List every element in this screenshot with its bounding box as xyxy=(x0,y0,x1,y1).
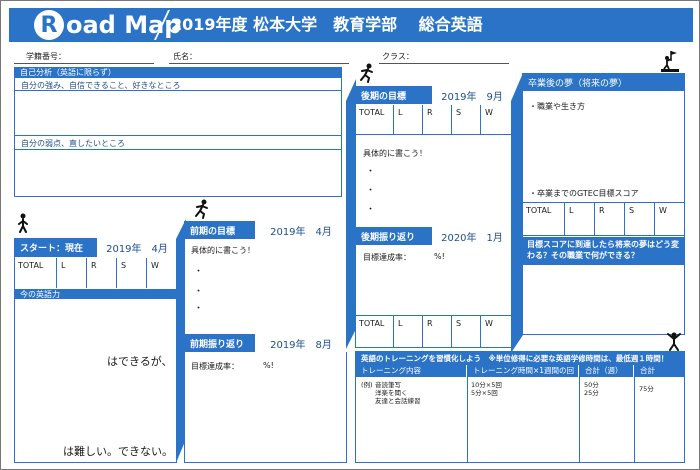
training-example-label: (例) xyxy=(361,381,373,389)
score-s[interactable]: S xyxy=(625,203,655,235)
training-header-row: トレーニング内容 トレーニング時間×1週間の回数 合計（週） 合計 xyxy=(355,365,685,387)
score-total[interactable]: TOTAL xyxy=(14,258,57,288)
score-l[interactable]: L xyxy=(57,258,87,288)
score-r[interactable]: R xyxy=(423,316,452,348)
score-l[interactable]: L xyxy=(565,203,595,235)
header-subtitle: 2019年度 松本大学 教育学部 総合英語 xyxy=(171,15,483,34)
first-goal-bullet-3[interactable]: ・ xyxy=(194,301,203,314)
training-header-content: トレーニング内容 xyxy=(355,365,467,377)
self-analysis-divider-1 xyxy=(14,90,342,91)
running-figure-icon xyxy=(195,199,208,219)
weaknesses-label: 自分の弱点、直したいところ xyxy=(21,139,125,148)
score-s[interactable]: S xyxy=(117,258,147,288)
student-id-label: 学籍番号： xyxy=(26,52,66,61)
first-goal-title-bar: 前期の目標 2019年 4月 xyxy=(184,221,347,239)
start-date: 2019年 4月 xyxy=(97,238,177,257)
self-analysis-divider-2 xyxy=(14,135,342,136)
dream-career: ・職業や生き方 xyxy=(529,102,585,111)
weaknesses-field[interactable] xyxy=(17,151,339,193)
second-goal-title-bar: 後期の目標 2019年 9月 xyxy=(355,86,512,104)
dream-score-row: TOTAL L R S W xyxy=(522,202,685,236)
self-analysis-title: 自己分析（英語に限らず） xyxy=(14,67,342,78)
score-r[interactable]: R xyxy=(595,203,625,235)
second-review-score-row: TOTAL L R S W xyxy=(355,315,512,348)
training-header-time: トレーニング時間×1週間の回数 xyxy=(467,365,579,387)
second-review-percent[interactable]: %! xyxy=(434,252,445,261)
strengths-field[interactable] xyxy=(17,92,339,134)
first-goal-title: 前期の目標 xyxy=(190,226,236,237)
second-goal-title: 後期の目標 xyxy=(361,91,407,102)
score-r[interactable]: R xyxy=(87,258,117,288)
logo-circle: R xyxy=(34,10,64,40)
current-english-cannot: は難しい。できない。 xyxy=(63,445,173,458)
first-goal-concrete: 具体的に書こう！ xyxy=(191,246,255,255)
first-review-date: 2019年 8月 xyxy=(255,334,347,352)
second-goal-date: 2019年 9月 xyxy=(432,86,512,104)
training-header-week: 合計（週） xyxy=(579,365,634,377)
running-figure-icon-2 xyxy=(360,63,373,83)
dream-question: 目標スコアに到達したら将来の夢はどう変わる？その職業で何ができる？ xyxy=(522,237,685,265)
training-title: 英語のトレーニングを習慣化しよう ※単位修得に必要な英語学修時間は、最低週１時間… xyxy=(355,351,685,365)
first-review-percent[interactable]: %! xyxy=(263,361,274,370)
second-goal-concrete: 具体的に書こう！ xyxy=(363,149,427,158)
second-goal-bullet-2[interactable]: ・ xyxy=(366,183,375,196)
first-goal-date: 2019年 4月 xyxy=(255,221,347,239)
dream-gtec: ・卒業までのGTEC目標スコア xyxy=(529,189,639,198)
score-w[interactable]: W xyxy=(481,316,510,348)
first-review-title-bar: 前期振り返り 2019年 8月 xyxy=(184,334,347,352)
start-score-row: TOTAL L R S W xyxy=(14,258,177,288)
training-example-time-2: 5分×5回 xyxy=(471,389,498,397)
second-review-rate: 目標達成率： xyxy=(363,253,411,262)
score-s[interactable]: S xyxy=(452,105,481,134)
header-title: oad Map xyxy=(66,11,182,39)
training-input-area[interactable] xyxy=(357,405,683,461)
start-title-bar: スタート：現在 2019年 4月 xyxy=(14,238,177,257)
second-goal-score-row: TOTAL L R S W xyxy=(355,105,512,135)
training-example-week-2: 25分 xyxy=(584,389,599,397)
dream-title: 卒業後の夢（将来の夢） xyxy=(528,78,628,89)
second-goal-bullet-3[interactable]: ・ xyxy=(366,202,375,215)
first-review-rate: 目標達成率： xyxy=(191,362,239,371)
current-english-title: 今の英語力 xyxy=(14,289,177,299)
training-example-total: 75分 xyxy=(639,385,654,393)
logo-letter: R xyxy=(40,12,58,38)
class-label: クラス： xyxy=(382,52,414,61)
second-goal-bullet-1[interactable]: ・ xyxy=(366,164,375,177)
first-review-title: 前期振り返り xyxy=(190,339,245,350)
score-w[interactable]: W xyxy=(655,203,685,235)
student-id-field[interactable] xyxy=(14,63,154,64)
training-header-total: 合計 xyxy=(640,366,655,375)
dream-career-field[interactable] xyxy=(526,113,681,183)
start-title: スタート：現在 xyxy=(20,244,84,254)
self-analysis-divider-3 xyxy=(14,149,342,150)
score-w[interactable]: W xyxy=(147,258,177,288)
current-english-can: はできるが、 xyxy=(107,355,173,368)
second-review-title: 後期振り返り xyxy=(361,232,416,243)
second-review-title-bar: 後期振り返り 2020年 1月 xyxy=(355,227,512,245)
score-s[interactable]: S xyxy=(452,316,481,348)
score-total[interactable]: TOTAL xyxy=(522,203,565,235)
first-goal-bullet-1[interactable]: ・ xyxy=(194,264,203,277)
dream-title-bar: 卒業後の夢（将来の夢） xyxy=(522,73,685,91)
second-review-date: 2020年 1月 xyxy=(432,227,512,245)
training-example-item-3: 友達と会話練習 xyxy=(375,397,421,405)
score-total[interactable]: TOTAL xyxy=(355,316,394,348)
score-r[interactable]: R xyxy=(423,105,452,134)
score-l[interactable]: L xyxy=(394,316,423,348)
roadmap-sheet: R oad Map 2019年度 松本大学 教育学部 総合英語 学籍番号： 氏名… xyxy=(0,0,700,470)
first-goal-bullet-2[interactable]: ・ xyxy=(194,284,203,297)
summit-flag-icon xyxy=(661,51,679,72)
class-field[interactable] xyxy=(379,63,509,64)
score-l[interactable]: L xyxy=(394,105,423,134)
score-w[interactable]: W xyxy=(481,105,510,134)
standing-figure-icon xyxy=(18,213,28,233)
celebrating-figure-icon xyxy=(667,332,681,351)
name-label: 氏名： xyxy=(173,52,197,61)
score-total[interactable]: TOTAL xyxy=(355,105,394,134)
name-field[interactable] xyxy=(169,63,349,64)
